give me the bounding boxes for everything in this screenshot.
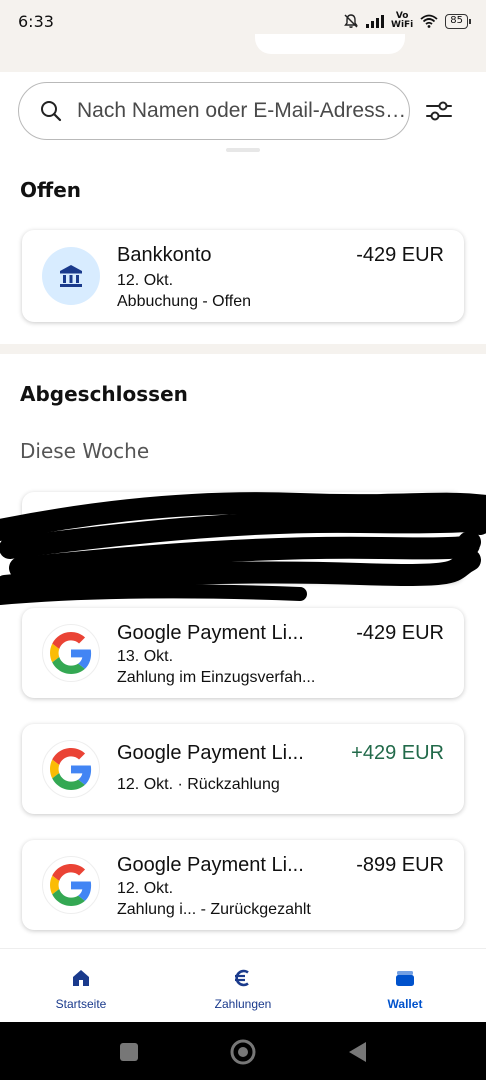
transaction-detail: Zahlung im Einzugsverfah...	[117, 669, 316, 686]
back-icon[interactable]	[346, 1040, 368, 1064]
search-bar[interactable]	[18, 82, 410, 140]
transaction-amount: -429 EUR	[356, 622, 444, 644]
bell-muted-icon	[344, 14, 358, 28]
battery-indicator: 85	[445, 13, 471, 29]
transaction-date: 13. Okt.	[117, 648, 174, 665]
transaction-name: Google Payment Li...	[117, 854, 304, 876]
status-time: 6:33	[18, 12, 54, 31]
wallet-icon	[396, 971, 414, 986]
google-icon	[42, 624, 100, 682]
scroll-indicator	[226, 148, 260, 152]
transaction-date: 12. Okt.	[117, 880, 174, 897]
transaction-detail: Zahlung i... - Zurückgezahlt	[117, 901, 311, 918]
nav-item-payments[interactable]: Zahlungen	[183, 967, 303, 1012]
redaction-scribble	[0, 492, 486, 605]
home-icon	[73, 970, 89, 986]
euro-icon	[235, 969, 249, 987]
transaction-card-google-1[interactable]: Google Payment Li... -429 EUR 13. Okt. Z…	[22, 608, 464, 698]
bank-icon	[42, 247, 100, 305]
transaction-name: Google Payment Li...	[117, 742, 304, 764]
status-icons: Vo WiFi 85	[343, 11, 471, 30]
section-divider	[0, 344, 486, 354]
nav-label: Zahlungen	[214, 997, 272, 1011]
search-input[interactable]	[77, 99, 407, 123]
transaction-detail: Abbuchung - Offen	[117, 293, 252, 310]
transaction-amount: -899 EUR	[356, 854, 444, 876]
transaction-name: Google Payment Li...	[117, 622, 304, 644]
nav-label: Wallet	[387, 997, 423, 1011]
transaction-amount: +429 EUR	[351, 742, 444, 764]
section-title-closed: Abgeschlossen	[20, 382, 188, 406]
nav-item-home[interactable]: Startseite	[21, 967, 141, 1012]
transaction-amount: -429 EUR	[356, 244, 444, 266]
vowifi-icon: Vo WiFi	[391, 11, 414, 30]
section-title-open: Offen	[20, 178, 82, 202]
transaction-card-google-2[interactable]: Google Payment Li... +429 EUR 12. Okt. ·…	[22, 724, 464, 814]
nav-item-wallet[interactable]: Wallet	[345, 967, 465, 1012]
nav-label: Startseite	[55, 997, 107, 1011]
filter-icon[interactable]	[424, 98, 454, 124]
collapsed-header-pill	[255, 34, 405, 54]
group-label-this-week: Diese Woche	[20, 439, 150, 463]
system-navigation-bar	[0, 1022, 486, 1080]
google-icon	[42, 856, 100, 914]
recents-icon[interactable]	[118, 1041, 140, 1063]
bottom-navigation: Startseite Zahlungen Wallet	[0, 948, 486, 1022]
home-button-icon[interactable]	[229, 1038, 257, 1066]
transaction-date: 12. Okt.	[117, 272, 174, 289]
transaction-card-bank[interactable]: Bankkonto -429 EUR 12. Okt. Abbuchung - …	[22, 230, 464, 322]
transaction-date-detail: 12. Okt. · Rückzahlung	[117, 776, 280, 793]
status-bar: 6:33 Vo WiFi 85	[0, 0, 486, 44]
transaction-card-google-3[interactable]: Google Payment Li... -899 EUR 12. Okt. Z…	[22, 840, 464, 930]
transaction-name: Bankkonto	[117, 244, 212, 266]
wifi-icon	[420, 14, 438, 28]
google-icon	[42, 740, 100, 798]
activity-content: Offen Bankkonto -429 EUR 12. Okt. Abbuch…	[0, 72, 486, 948]
search-icon	[41, 101, 62, 122]
signal-icon	[366, 14, 385, 28]
